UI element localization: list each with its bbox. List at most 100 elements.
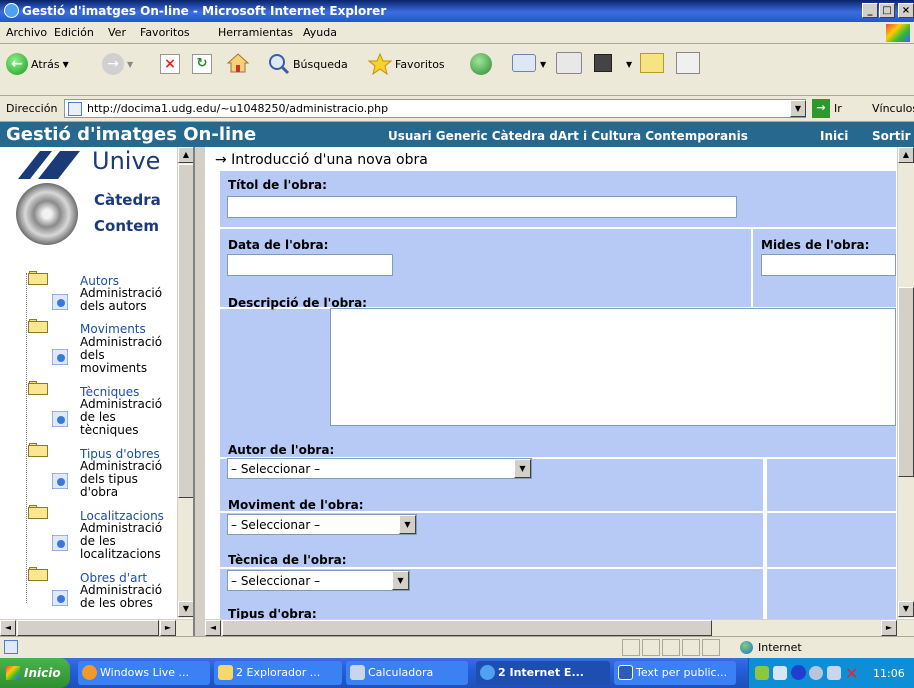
task-word[interactable]: Text per public... (614, 661, 736, 685)
status-pane (622, 639, 640, 656)
tree-category-moviments[interactable]: Moviments (80, 323, 146, 335)
edit-icon[interactable] (594, 54, 612, 72)
scroll-right-icon[interactable]: ► (881, 620, 897, 636)
date-input[interactable] (227, 254, 393, 276)
folder-icon (28, 271, 48, 285)
scroll-up-icon[interactable]: ▲ (178, 147, 193, 163)
author-select-value: – Seleccionar – (231, 462, 321, 476)
home-link[interactable]: Inici (820, 129, 848, 143)
tree-sub-tipus-1[interactable]: Administració (80, 460, 162, 472)
refresh-icon[interactable]: ↻ (192, 54, 212, 74)
window-title-bar[interactable]: Gestió d'imatges On-line - Microsoft Int… (0, 0, 914, 22)
clock[interactable]: 11:06 (873, 667, 905, 680)
frame-divider[interactable] (195, 147, 205, 636)
main-vertical-scrollbar[interactable]: ▲ ▼ (897, 147, 914, 618)
tree-sub-tecniques-2[interactable]: de les (80, 411, 116, 423)
scroll-thumb[interactable] (17, 620, 159, 636)
task-internet-explorer[interactable]: 2 Internet E... (476, 661, 610, 685)
chevron-down-icon[interactable]: ▼ (540, 60, 546, 69)
tree-sub-tipus-3[interactable]: d'obra (80, 486, 118, 498)
status-pane (682, 639, 700, 656)
minimize-button[interactable]: _ (862, 3, 878, 18)
size-input[interactable] (761, 254, 896, 276)
mail-icon[interactable] (512, 54, 536, 72)
discuss-icon[interactable] (640, 53, 664, 73)
maximize-button[interactable]: □ (879, 3, 895, 18)
scroll-up-icon[interactable]: ▲ (898, 147, 914, 163)
stop-icon[interactable]: × (160, 54, 180, 74)
close-button[interactable]: × (898, 3, 914, 18)
research-icon[interactable] (676, 52, 700, 74)
scroll-down-icon[interactable]: ▼ (178, 601, 193, 617)
back-button[interactable]: ← Atrás ▼ (6, 52, 69, 76)
forward-arrow-icon: → (102, 53, 124, 75)
tree-sub-obres-1[interactable]: Administració (80, 584, 162, 596)
task-explorador[interactable]: 2 Explorador ... (214, 661, 342, 685)
links-label[interactable]: Vínculos (872, 102, 914, 115)
author-select[interactable]: – Seleccionar – ▼ (227, 458, 532, 479)
main-horizontal-scrollbar[interactable]: ◄ ► (205, 619, 914, 636)
tree-sub-tecniques-1[interactable]: Administració (80, 398, 162, 410)
tree-sub-autors-2[interactable]: dels autors (80, 300, 147, 312)
tray-icon[interactable] (773, 666, 787, 680)
ie-page-icon (52, 349, 68, 365)
scroll-thumb[interactable] (898, 287, 914, 477)
network-error-icon[interactable]: ✕ (845, 664, 858, 683)
exit-link[interactable]: Sortir (872, 129, 911, 143)
tree-sub-autors-1[interactable]: Administració (80, 287, 162, 299)
start-button[interactable]: Inicio (0, 658, 70, 688)
chevron-down-icon[interactable]: ▼ (399, 515, 416, 534)
movement-select[interactable]: – Seleccionar – ▼ (227, 514, 417, 535)
tree-sub-obres-2[interactable]: de les obres (80, 597, 153, 609)
tray-icon[interactable] (809, 666, 823, 680)
menu-edicion[interactable]: Edición (54, 26, 94, 39)
forward-button[interactable]: → ▼ (102, 52, 133, 76)
chevron-down-icon[interactable]: ▼ (392, 571, 409, 590)
menu-herramientas[interactable]: Herramientas (218, 26, 293, 39)
logo-text-catedra: Càtedra (94, 191, 161, 209)
tree-sub-moviments-2[interactable]: dels (80, 349, 105, 361)
menu-favoritos[interactable]: Favoritos (140, 26, 190, 39)
task-windows-live[interactable]: Windows Live ... (78, 661, 210, 685)
menu-ver[interactable]: Ver (108, 26, 126, 39)
tree-sub-moviments-3[interactable]: moviments (80, 362, 147, 374)
calculator-icon (350, 665, 365, 680)
favorites-button[interactable]: Favoritos (368, 52, 445, 76)
tree-sub-tipus-2[interactable]: dels tipus (80, 473, 138, 485)
scroll-down-icon[interactable]: ▼ (898, 601, 914, 617)
search-button[interactable]: Búsqueda (268, 52, 348, 76)
address-input[interactable]: http://docima1.udg.edu/~u1048250/adminis… (64, 99, 806, 118)
task-calculadora[interactable]: Calculadora (346, 661, 468, 685)
address-dropdown-button[interactable]: ▼ (790, 100, 806, 117)
history-icon[interactable] (470, 53, 492, 75)
go-arrow-icon[interactable]: → (812, 99, 830, 118)
tray-icon[interactable] (755, 666, 769, 680)
menu-archivo[interactable]: Archivo (6, 26, 47, 39)
scroll-left-icon[interactable]: ◄ (205, 620, 221, 636)
home-icon[interactable] (226, 52, 250, 74)
tree-sub-localitzacions-3[interactable]: localitzacions (80, 548, 161, 560)
print-icon[interactable] (556, 52, 582, 74)
title-input[interactable] (227, 196, 737, 218)
go-button[interactable]: Ir (834, 102, 842, 115)
chevron-down-icon[interactable]: ▼ (514, 459, 531, 478)
menu-ayuda[interactable]: Ayuda (303, 26, 337, 39)
scroll-thumb[interactable] (178, 164, 193, 498)
tree-sub-localitzacions-1[interactable]: Administració (80, 522, 162, 534)
tree-sub-tecniques-3[interactable]: tècniques (80, 424, 138, 436)
form-heading: → Introducció d'una nova obra (215, 152, 428, 168)
task-label: 2 Explorador ... (236, 666, 321, 679)
chevron-down-icon[interactable]: ▼ (626, 60, 632, 69)
scroll-left-icon[interactable]: ◄ (0, 620, 16, 636)
scroll-thumb[interactable] (222, 620, 712, 636)
left-vertical-scrollbar[interactable]: ▲ ▼ (177, 147, 193, 618)
technique-select[interactable]: – Seleccionar – ▼ (227, 570, 410, 591)
ie-page-icon (52, 590, 68, 606)
tree-sub-moviments-1[interactable]: Administració (80, 336, 162, 348)
description-textarea[interactable] (330, 308, 896, 426)
left-horizontal-scrollbar[interactable]: ◄ ► (0, 619, 193, 636)
tray-icon[interactable] (791, 665, 806, 680)
tree-sub-localitzacions-2[interactable]: de les (80, 535, 116, 547)
scroll-right-icon[interactable]: ► (160, 620, 176, 636)
volume-icon[interactable] (827, 666, 841, 680)
